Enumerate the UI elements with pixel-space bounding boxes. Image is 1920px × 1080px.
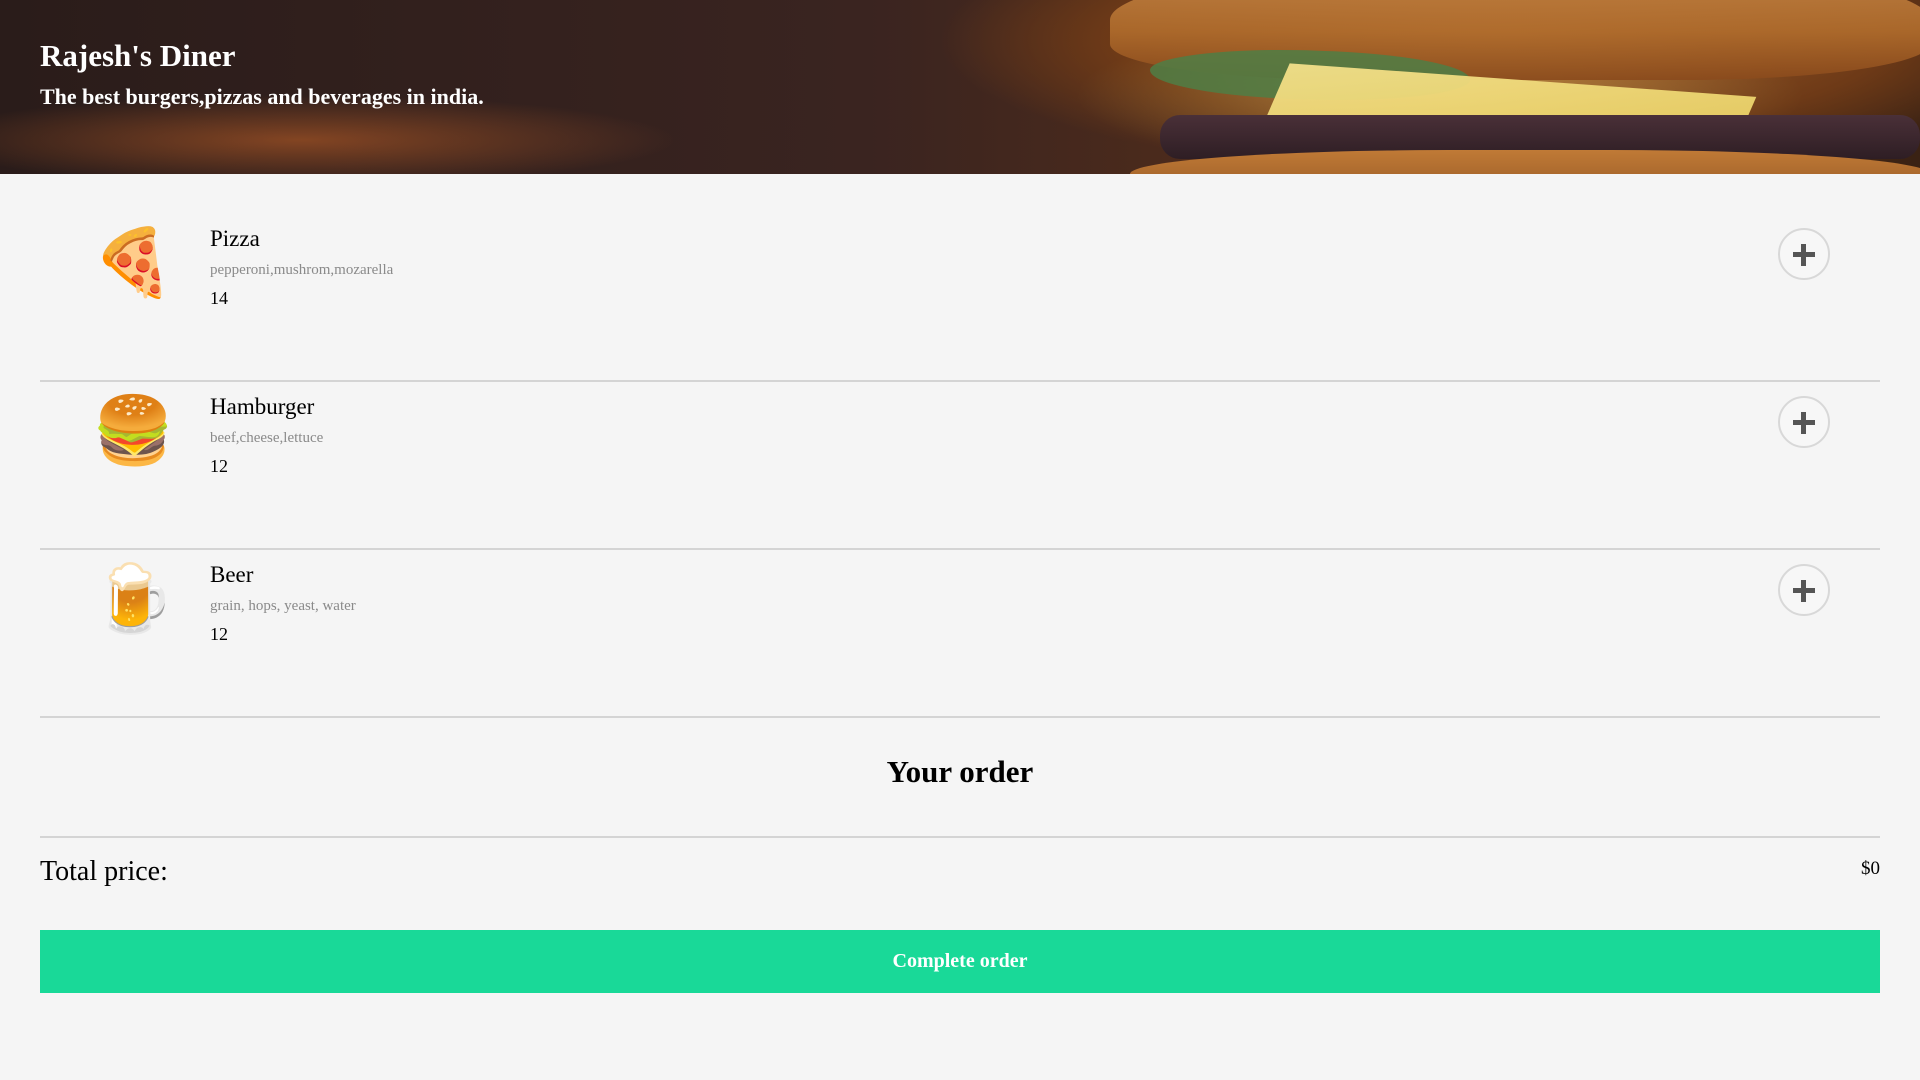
menu-item-ingredients: beef,cheese,lettuce xyxy=(210,430,324,446)
menu-item-price: 14 xyxy=(210,288,228,308)
order-summary: Your order xyxy=(40,718,1880,838)
total-row: Total price: $0 xyxy=(40,838,1880,930)
plus-icon-vertical xyxy=(1801,244,1806,266)
menu-item-info: Hamburger beef,cheese,lettuce 12 xyxy=(210,394,323,477)
order-title: Your order xyxy=(886,754,1034,789)
plus-icon-vertical xyxy=(1801,580,1806,602)
menu-item-pizza: 🍕 Pizza pepperoni,mushrom,mozarella 14 xyxy=(40,214,1880,382)
menu-item-name: Hamburger xyxy=(210,394,315,419)
hamburger-icon: 🍔 xyxy=(92,395,175,468)
total-price-label: Total price: xyxy=(40,856,168,887)
menu-item-price: 12 xyxy=(210,624,228,644)
menu-item-name: Pizza xyxy=(210,226,260,251)
menu-item-beer: 🍺 Beer grain, hops, yeast, water 12 xyxy=(40,550,1880,718)
add-beer-button[interactable] xyxy=(1778,564,1830,616)
pizza-icon: 🍕 xyxy=(92,227,175,300)
complete-order-button[interactable]: Complete order xyxy=(40,930,1880,993)
menu-item-hamburger: 🍔 Hamburger beef,cheese,lettuce 12 xyxy=(40,382,1880,550)
site-title: Rajesh's Diner xyxy=(40,38,236,73)
header-text: Rajesh's Diner The best burgers,pizzas a… xyxy=(40,38,484,110)
menu-item-info: Beer grain, hops, yeast, water 12 xyxy=(210,562,356,645)
site-tagline: The best burgers,pizzas and beverages in… xyxy=(40,84,484,109)
order-section: Your order Total price: $0 Complete orde… xyxy=(0,718,1920,993)
plus-icon-vertical xyxy=(1801,412,1806,434)
menu-item-ingredients: grain, hops, yeast, water xyxy=(210,598,356,614)
hero-header: Rajesh's Diner The best burgers,pizzas a… xyxy=(0,0,1920,174)
menu-item-price: 12 xyxy=(210,456,228,476)
total-price-value: $0 xyxy=(1861,858,1880,879)
menu-item-info: Pizza pepperoni,mushrom,mozarella 14 xyxy=(210,226,393,309)
beer-icon: 🍺 xyxy=(92,563,175,636)
add-pizza-button[interactable] xyxy=(1778,228,1830,280)
add-hamburger-button[interactable] xyxy=(1778,396,1830,448)
menu-item-name: Beer xyxy=(210,562,254,587)
menu-item-ingredients: pepperoni,mushrom,mozarella xyxy=(210,262,394,278)
menu-list: 🍕 Pizza pepperoni,mushrom,mozarella 14 🍔… xyxy=(40,174,1880,718)
